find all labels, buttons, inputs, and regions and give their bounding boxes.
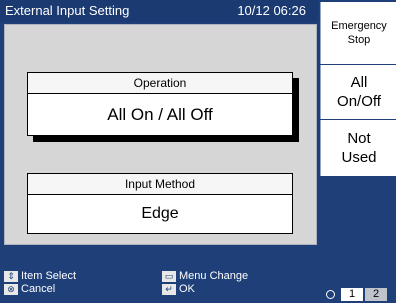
hint-menu-change-label: Menu Change xyxy=(179,270,249,282)
page-indicator: 1 2 xyxy=(326,288,389,301)
input-method-label: Input Method xyxy=(28,174,292,195)
enter-arrow-icon: ↵ xyxy=(162,283,176,295)
hint-ok: ↵ OK xyxy=(162,283,195,295)
hint-menu-change: ▭ Menu Change xyxy=(162,270,248,282)
all-on-off-line2: On/Off xyxy=(337,93,381,110)
menu-change-icon: ▭ xyxy=(162,270,176,282)
all-on-off-button[interactable]: All On/Off xyxy=(320,65,396,119)
not-used-line1: Not xyxy=(347,130,371,147)
emergency-stop-line2: Stop xyxy=(347,34,371,46)
input-method-card[interactable]: Input Method Edge xyxy=(27,173,293,234)
side-button-bar: Emergency Stop All On/Off Not Used xyxy=(320,0,396,303)
operation-card[interactable]: Operation All On / All Off xyxy=(27,72,293,136)
not-used-button[interactable]: Not Used xyxy=(320,120,396,176)
not-used-line2: Used xyxy=(341,149,377,166)
page-1-tab[interactable]: 1 xyxy=(341,288,363,301)
hint-item-select: ⇕ Item Select xyxy=(4,270,76,282)
footer-hints: ⇕ Item Select ⊗ Cancel ▭ Menu Change ↵ O… xyxy=(0,268,318,303)
up-down-arrows-icon: ⇕ xyxy=(4,270,18,282)
page-2-tab[interactable]: 2 xyxy=(365,288,387,301)
page-title: External Input Setting xyxy=(5,3,130,18)
all-on-off-line1: All xyxy=(350,74,368,91)
emergency-stop-line1: Emergency xyxy=(331,20,387,32)
emergency-stop-button[interactable]: Emergency Stop xyxy=(320,2,396,64)
title-bar: External Input Setting 10/12 06:26 xyxy=(0,0,318,22)
settings-panel: Operation All On / All Off Input Method … xyxy=(4,24,317,245)
hint-item-select-label: Item Select xyxy=(21,270,77,282)
operation-value: All On / All Off xyxy=(107,105,213,124)
cancel-icon: ⊗ xyxy=(4,283,18,295)
hint-ok-label: OK xyxy=(179,283,195,295)
datetime: 10/12 06:26 xyxy=(237,3,306,18)
input-method-value: Edge xyxy=(141,205,179,222)
hint-cancel-label: Cancel xyxy=(21,283,56,295)
screen: External Input Setting 10/12 06:26 Opera… xyxy=(0,0,396,303)
operation-label: Operation xyxy=(28,73,292,94)
page-indicator-icon xyxy=(326,290,335,299)
hint-cancel: ⊗ Cancel xyxy=(4,283,55,295)
